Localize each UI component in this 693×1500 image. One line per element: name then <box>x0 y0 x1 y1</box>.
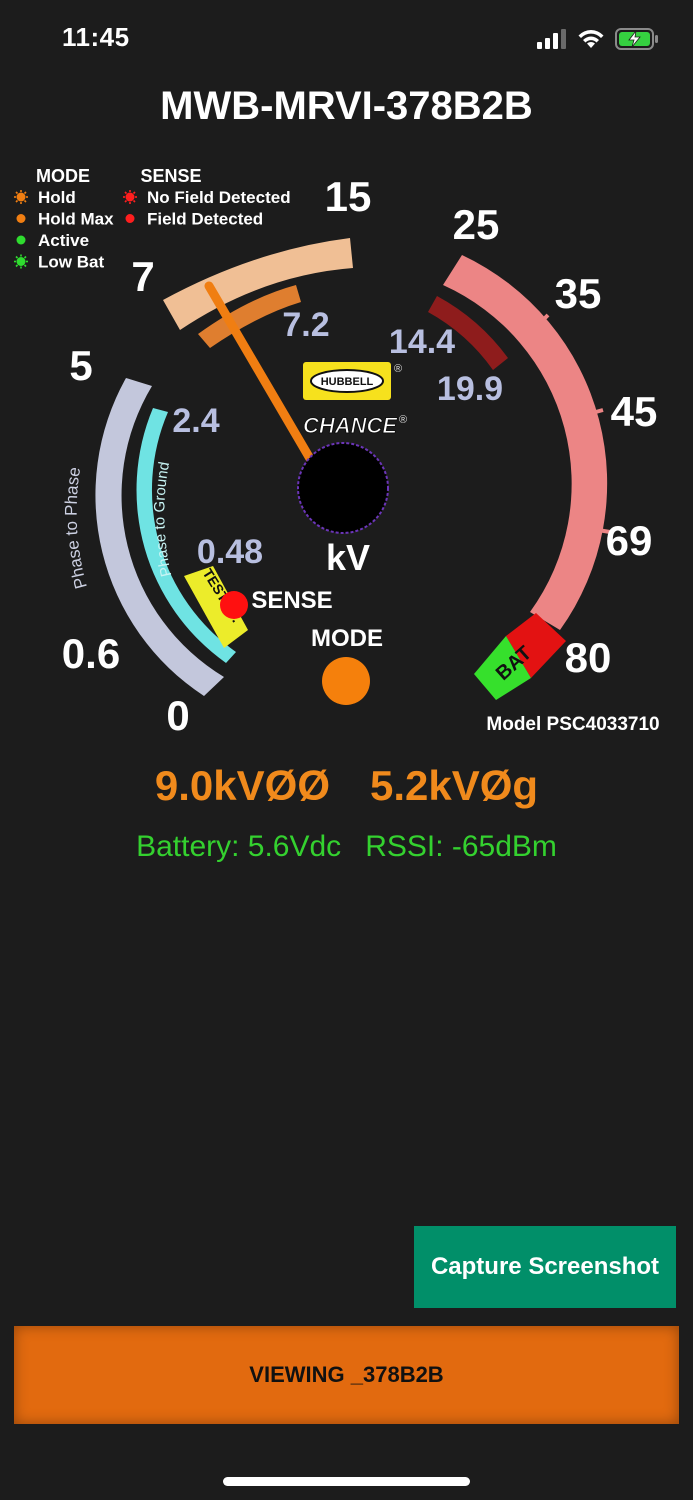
scale-0-6: 0.6 <box>62 630 120 677</box>
scale-35: 35 <box>555 270 602 317</box>
mode-legend-item-dot <box>16 257 26 266</box>
chance-logo: CHANCE ® <box>302 413 407 439</box>
scale-45: 45 <box>611 388 658 435</box>
home-indicator[interactable] <box>223 1477 470 1486</box>
sense-legend-item-dot <box>125 192 135 202</box>
scale-15: 15 <box>325 173 372 220</box>
sense-legend-heading: SENSE <box>140 166 201 186</box>
scale-25: 25 <box>453 201 500 248</box>
sense-legend-item-label: Field Detected <box>147 210 263 229</box>
battery-charging-icon <box>615 28 658 50</box>
mode-legend-item-label: Active <box>38 231 89 250</box>
sense-legend-items: No Field Detected Field Detected <box>123 188 291 229</box>
sense-indicator-dot <box>220 591 248 619</box>
scale-69: 69 <box>606 517 653 564</box>
sense-legend-item-dot <box>125 214 135 223</box>
mode-legend-item-dot <box>16 235 26 245</box>
scale-7: 7 <box>131 253 154 300</box>
status-time: 11:45 <box>62 22 130 52</box>
phase-to-phase-label: Phase to Phase <box>62 466 91 591</box>
scale-5: 5 <box>69 342 92 389</box>
model-label: Model PSC4033710 <box>486 714 659 735</box>
phase-phase-reading: 9.0kVØØ <box>154 762 330 809</box>
capture-screenshot-button[interactable]: Capture Screenshot <box>414 1226 676 1308</box>
mode-indicator-label: MODE <box>311 625 383 652</box>
mode-legend-items: Hold Hold Max Active Low Bat <box>14 188 114 272</box>
mode-legend-item-dot <box>16 214 26 223</box>
scale-14-4: 14.4 <box>389 323 455 361</box>
mode-legend-item-label: Hold <box>38 188 76 207</box>
mode-legend-item-dot <box>16 192 26 202</box>
svg-text:CHANCE: CHANCE <box>303 413 398 438</box>
telemetry: Battery: 5.6Vdc RSSI: -65dBm <box>0 830 693 864</box>
wifi-icon <box>578 30 604 48</box>
voltage-gauge: TEST PT. Phase to Phase Phase to Ground … <box>14 166 660 739</box>
battery-voltage: Battery: 5.6Vdc <box>136 830 342 863</box>
svg-text:®: ® <box>394 363 402 375</box>
svg-text:®: ® <box>399 414 407 426</box>
viewing-device-button[interactable]: VIEWING _378B2B <box>14 1326 679 1424</box>
scale-0-48: 0.48 <box>197 533 263 571</box>
scale-7-2: 7.2 <box>282 306 329 344</box>
scale-2-4: 2.4 <box>172 402 219 440</box>
scale-0: 0 <box>166 692 189 739</box>
device-title: MWB-MRVI-378B2B <box>160 84 533 128</box>
hubbell-logo: HUBBELL ® <box>303 362 402 400</box>
sense-legend-item-label: No Field Detected <box>147 188 291 207</box>
svg-text:HUBBELL: HUBBELL <box>321 376 374 388</box>
status-icons <box>537 24 659 54</box>
scale-80: 80 <box>565 634 612 681</box>
unit-label: kV <box>326 537 370 578</box>
sense-indicator-label: SENSE <box>251 587 332 614</box>
mode-legend-item-label: Hold Max <box>38 210 114 229</box>
mode-legend-item-label: Low Bat <box>38 253 104 272</box>
needle-hub <box>297 442 389 534</box>
voltage-readings: 9.0kVØØ 5.2kVØg <box>0 762 693 810</box>
cellular-signal-icon <box>537 29 566 49</box>
phase-ground-reading: 5.2kVØg <box>370 762 539 809</box>
mode-legend-heading: MODE <box>36 166 90 186</box>
scale-19-9: 19.9 <box>437 370 503 408</box>
mode-button[interactable] <box>322 657 370 705</box>
rssi-value: RSSI: -65dBm <box>365 830 557 863</box>
